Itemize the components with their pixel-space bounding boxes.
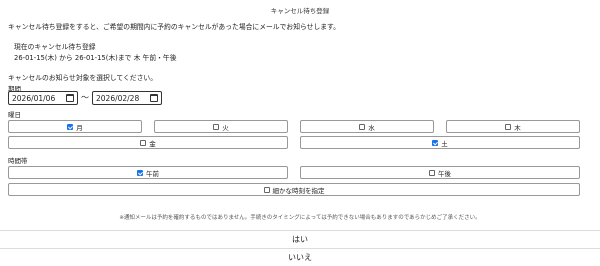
detail-time-label: 細かな時刻を指定	[272, 186, 325, 195]
start-date-input[interactable]: 2026/01/06	[8, 91, 78, 105]
intro-text: キャンセル待ち登録をすると、ご希望の期間内に予約のキャンセルがあった場合にメール…	[8, 23, 340, 31]
period-separator: ～	[81, 93, 89, 102]
disclaimer-note: ※通知メールは予約を確約するものではありません。手続きのタイミングによっては予約…	[119, 215, 481, 221]
time-option-label: 午後	[438, 169, 451, 178]
weekday-option-label: 木	[514, 123, 521, 132]
checkbox-icon[interactable]	[359, 123, 366, 130]
calendar-icon[interactable]	[66, 94, 74, 102]
current-registration-label: 現在のキャンセル待ち登録	[14, 43, 96, 51]
dialog-title: キャンセル待ち登録	[270, 7, 330, 15]
current-registration-value: 26-01-15(木) から 26-01-15(木)まで 木 午前・午後	[14, 54, 177, 62]
weekday-option-label: 金	[149, 139, 156, 148]
weekday-option-mon[interactable]: 月	[8, 120, 142, 133]
calendar-icon[interactable]	[150, 94, 158, 102]
weekday-option-thu[interactable]: 木	[446, 120, 580, 133]
weekday-option-fri[interactable]: 金	[8, 136, 288, 149]
time-label: 時間帯	[8, 157, 28, 165]
checkbox-checked-icon[interactable]	[432, 139, 439, 146]
detail-time-option[interactable]: 細かな時刻を指定	[8, 183, 580, 196]
weekday-option-label: 火	[222, 123, 229, 132]
no-button[interactable]: いいえ	[0, 248, 600, 265]
weekday-option-label: 土	[441, 139, 448, 148]
current-registration: 現在のキャンセル待ち登録 26-01-15(木) から 26-01-15(木)ま…	[14, 42, 177, 64]
weekday-option-label: 月	[76, 123, 83, 132]
checkbox-icon[interactable]	[140, 139, 147, 146]
end-date-input[interactable]: 2026/02/28	[92, 91, 162, 105]
checkbox-checked-icon[interactable]	[67, 123, 74, 130]
checkbox-checked-icon[interactable]	[137, 169, 143, 176]
time-option-pm[interactable]: 午後	[300, 166, 580, 179]
checkbox-icon[interactable]	[213, 123, 220, 130]
weekday-option-tue[interactable]: 火	[154, 120, 288, 133]
checkbox-icon[interactable]	[263, 186, 270, 193]
weekday-option-sat[interactable]: 土	[300, 136, 580, 149]
time-option-am[interactable]: 午前	[8, 166, 288, 179]
yes-button[interactable]: はい	[0, 230, 600, 247]
end-date-value: 2026/02/28	[96, 93, 140, 103]
time-option-label: 午前	[146, 169, 159, 178]
select-prompt: キャンセルのお知らせ対象を選択してください。	[8, 74, 157, 82]
checkbox-icon[interactable]	[505, 123, 512, 130]
weekday-label: 曜日	[8, 111, 21, 119]
checkbox-icon[interactable]	[429, 169, 435, 176]
start-date-value: 2026/01/06	[12, 93, 56, 103]
weekday-option-wed[interactable]: 水	[300, 120, 434, 133]
weekday-option-label: 水	[368, 123, 375, 132]
